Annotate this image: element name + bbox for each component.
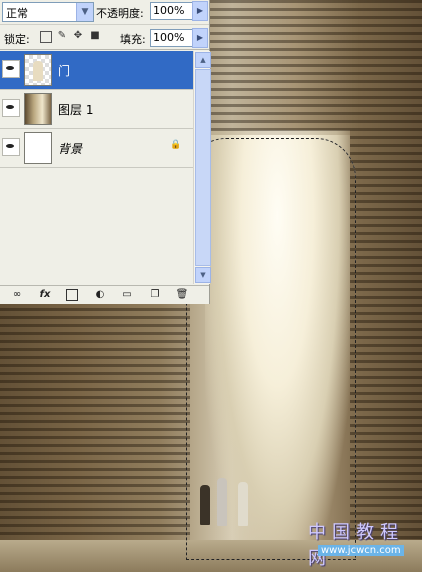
left-column-carving	[0, 300, 190, 550]
eye-icon[interactable]	[2, 99, 20, 117]
adjustment-icon[interactable]: ◐	[93, 288, 107, 302]
lock-paint-brush-icon[interactable]: ✎	[57, 31, 67, 41]
layer-row-background[interactable]: 背景 🔒	[0, 129, 193, 168]
fill-input[interactable]: 100%	[150, 29, 196, 47]
layer-row-layer1[interactable]: 图层 1	[0, 90, 193, 129]
lock-label: 锁定:	[4, 33, 30, 46]
padlock-icon: 🔒	[170, 140, 182, 150]
layer-row-door[interactable]: 门	[0, 51, 193, 90]
opacity-input[interactable]: 100%	[150, 2, 196, 20]
trash-icon[interactable]: 🗑	[175, 288, 189, 302]
fx-icon[interactable]: fx	[38, 288, 52, 302]
white-thumb-icon	[24, 132, 52, 164]
watermark-text: 中国教程网	[308, 522, 404, 569]
layer-name: 门	[58, 64, 71, 78]
transparent-thumb-icon	[24, 54, 52, 86]
scroll-up-icon[interactable]: ▲	[195, 52, 211, 68]
fill-label: 填充:	[120, 33, 146, 46]
photo-thumb-icon	[24, 93, 52, 125]
opacity-value: 100%	[153, 4, 185, 17]
lock-position-move-icon[interactable]: ✥	[73, 31, 83, 41]
lock-row: 锁定: ✎ ✥ ■ 填充: 100% ▶	[0, 25, 209, 50]
opacity-slider-arrow-icon[interactable]: ▶	[192, 1, 208, 21]
lock-all-icon[interactable]: ■	[90, 31, 100, 41]
scroll-thumb[interactable]	[195, 69, 211, 266]
chevron-down-icon: ▼	[76, 3, 93, 21]
fill-value: 100%	[153, 31, 185, 44]
opacity-label: 不透明度:	[96, 7, 144, 20]
layers-scrollbar[interactable]: ▲ ▼	[193, 51, 211, 284]
layer-name: 图层 1	[58, 103, 94, 117]
layers-panel: 正常 ▼ 不透明度: 100% ▶ 锁定: ✎ ✥ ■ 填充: 100% ▶ 门	[0, 0, 211, 304]
layers-list: 门 图层 1 背景 🔒	[0, 51, 193, 284]
scroll-down-icon[interactable]: ▼	[195, 267, 211, 283]
eye-icon[interactable]	[2, 60, 20, 78]
blend-mode-select[interactable]: 正常 ▼	[2, 2, 94, 22]
folder-icon[interactable]: ▭	[120, 288, 134, 302]
lock-transparent-icon[interactable]	[40, 31, 52, 43]
eye-icon[interactable]	[2, 138, 20, 156]
layer-name: 背景	[58, 142, 83, 156]
blend-mode-value: 正常	[6, 7, 28, 20]
layers-bottom-bar: ∞ fx ◐ ▭ ❐ 🗑	[0, 285, 209, 304]
fill-slider-arrow-icon[interactable]: ▶	[192, 28, 208, 48]
right-column	[350, 0, 422, 540]
link-icon[interactable]: ∞	[10, 288, 24, 302]
top-arch-carving	[209, 0, 350, 135]
blend-row: 正常 ▼ 不透明度: 100% ▶	[0, 0, 209, 25]
new-layer-icon[interactable]: ❐	[148, 288, 162, 302]
watermark-url: www.jcwcn.com	[318, 545, 404, 556]
mask-icon[interactable]	[66, 289, 78, 301]
marquee-selection	[186, 138, 356, 560]
